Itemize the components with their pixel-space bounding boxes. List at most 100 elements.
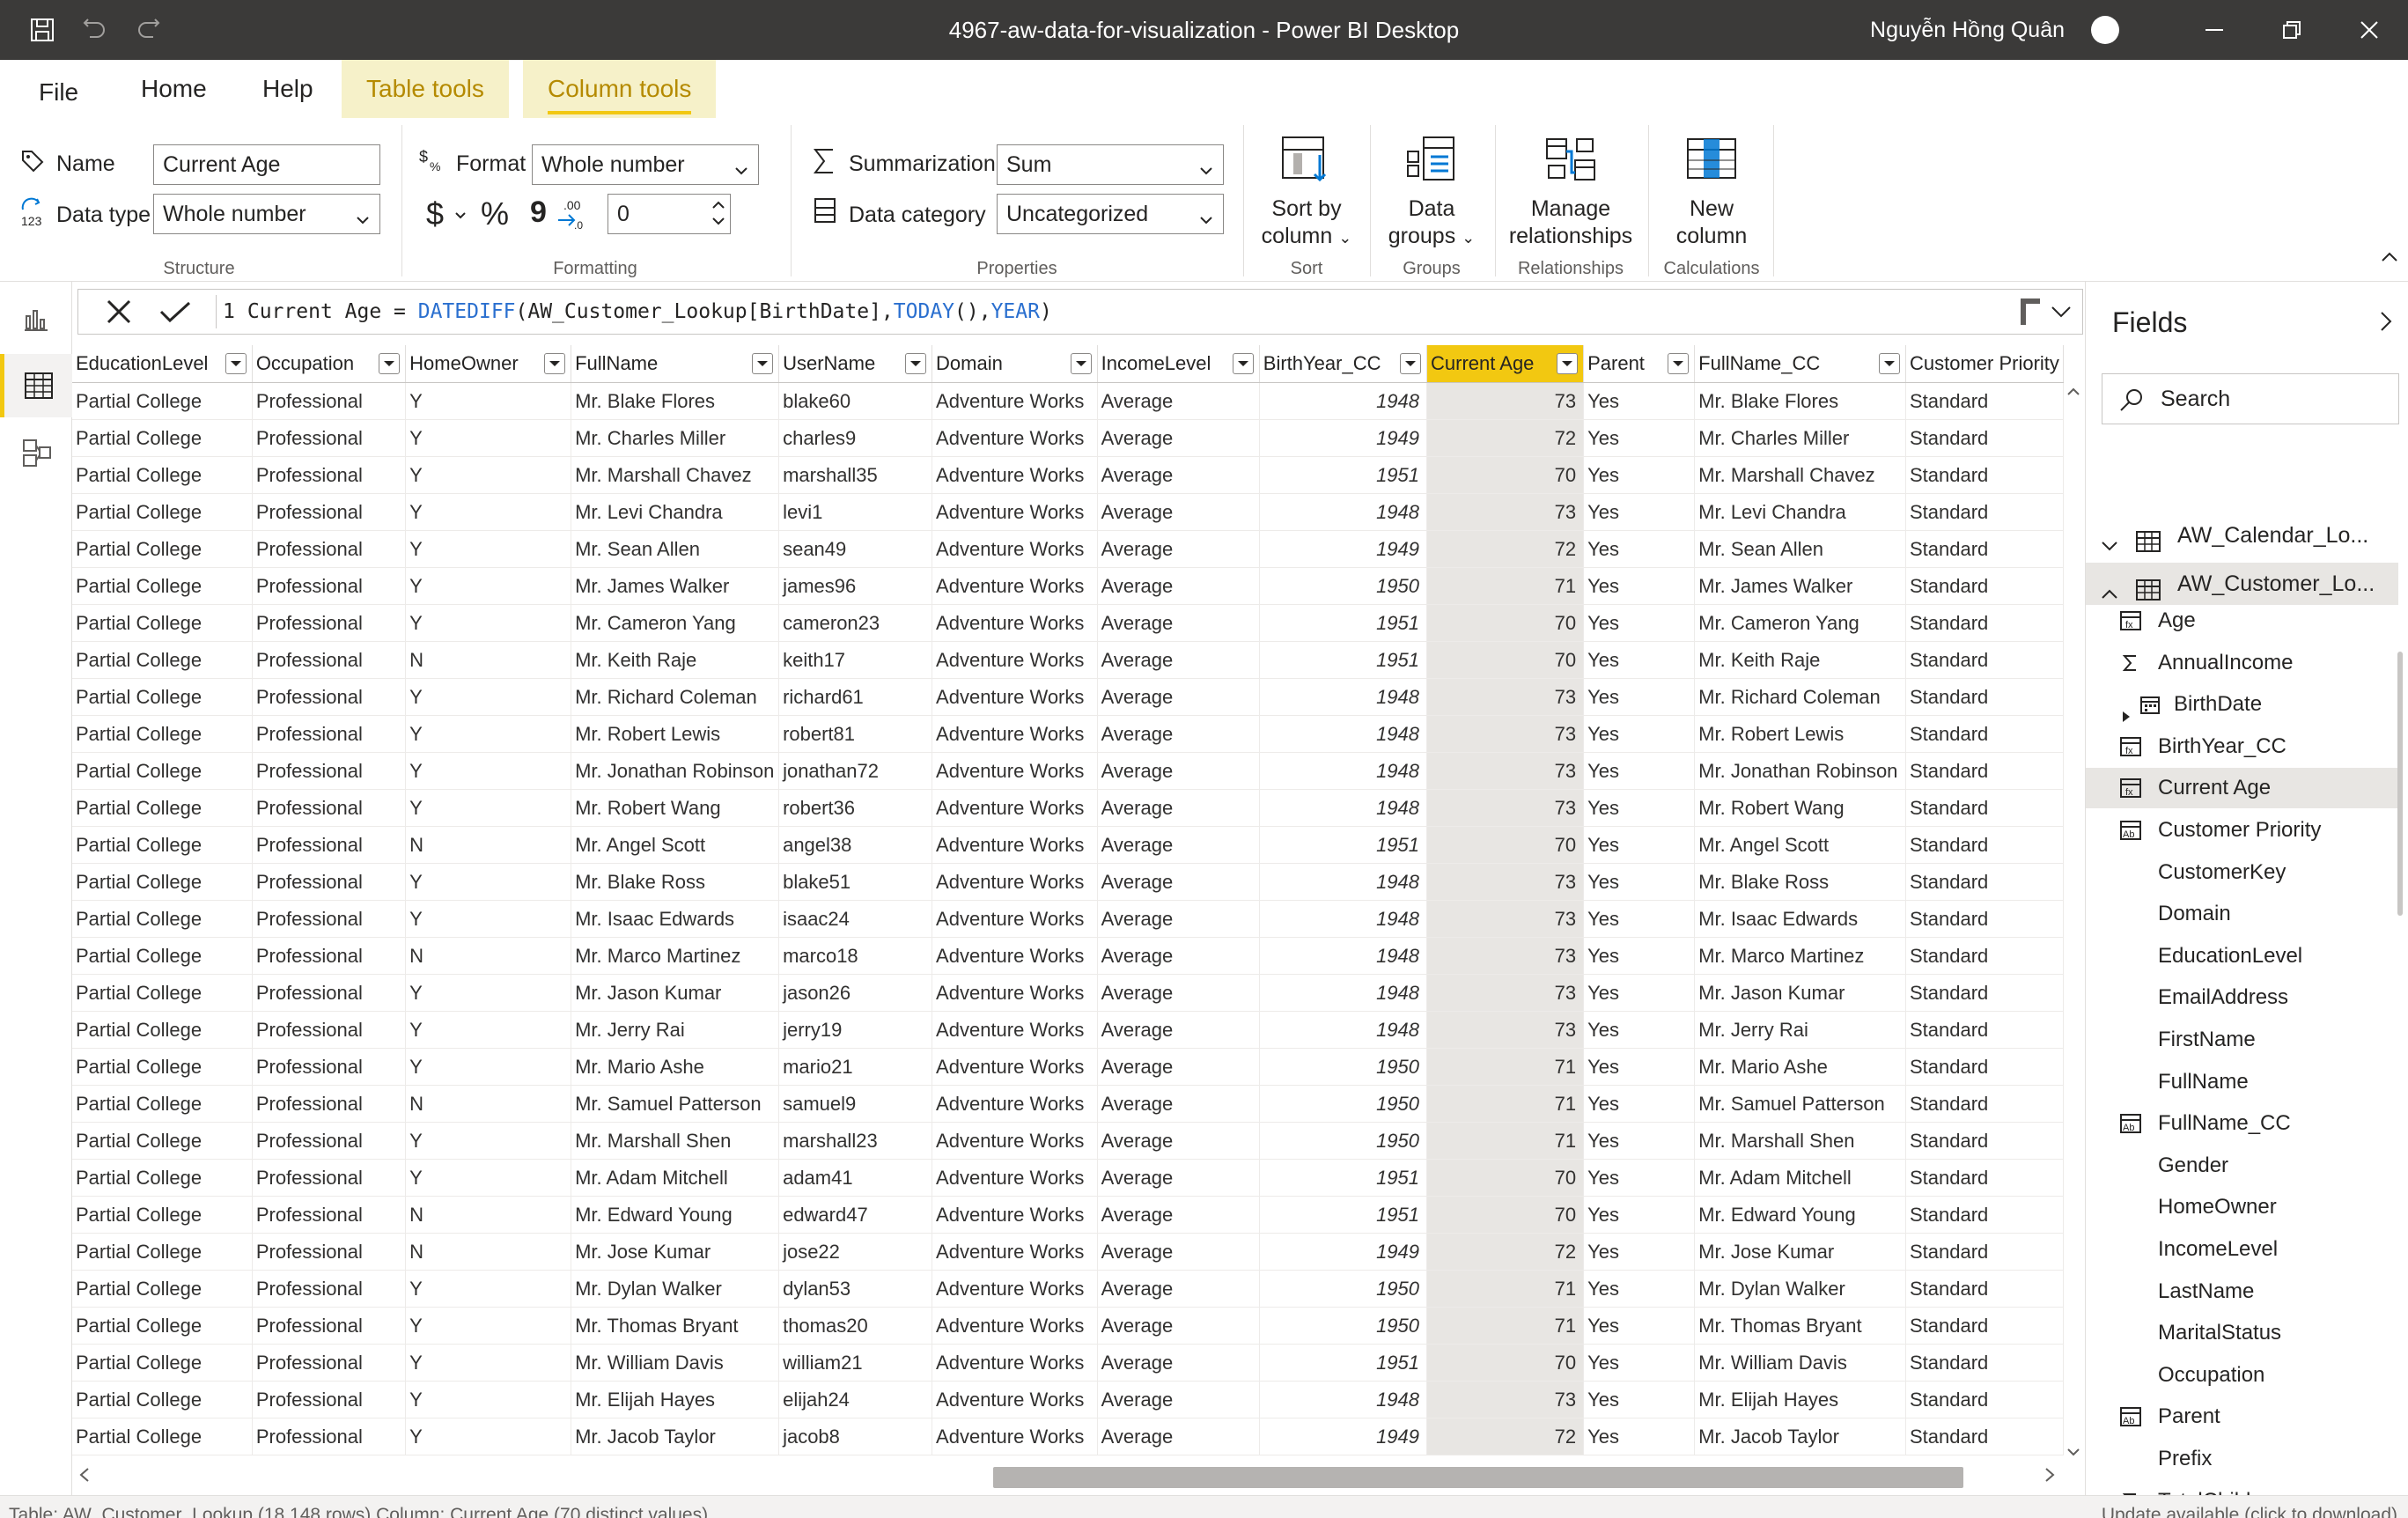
table-cell[interactable]: Professional [252, 1011, 407, 1049]
table-cell[interactable]: N [405, 1233, 572, 1271]
table-cell[interactable]: Average [1097, 382, 1260, 420]
table-cell[interactable]: Yes [1583, 1122, 1696, 1160]
table-row[interactable]: Partial College Professional N Mr. Keith Ra… [72, 641, 2064, 679]
table-cell[interactable]: 1951 [1259, 1196, 1428, 1234]
table-cell[interactable]: Standard [1905, 715, 2064, 753]
table-cell[interactable]: Professional [252, 567, 407, 605]
table-cell[interactable]: Professional [252, 1233, 407, 1271]
table-cell[interactable]: Average [1097, 1011, 1260, 1049]
column-header[interactable]: Parent [1583, 345, 1696, 383]
table-cell[interactable]: Mr. Charles Miller [571, 419, 780, 457]
table-cell[interactable]: Y [405, 974, 572, 1012]
table-cell[interactable]: Professional [252, 715, 407, 753]
table-cell[interactable]: Average [1097, 493, 1260, 531]
table-cell[interactable]: Standard [1905, 752, 2064, 790]
table-row[interactable]: Partial College Professional N Mr. Marco Ma… [72, 937, 2064, 975]
table-cell[interactable]: Professional [252, 1418, 407, 1455]
table-cell[interactable]: 73 [1426, 974, 1585, 1012]
table-cell[interactable]: Mr. William Davis [1694, 1344, 1906, 1382]
table-cell[interactable]: Mr. Keith Raje [571, 641, 780, 679]
table-cell[interactable]: 70 [1426, 604, 1585, 642]
table-cell[interactable]: Mr. Sean Allen [571, 530, 780, 568]
table-cell[interactable]: Partial College [72, 974, 253, 1012]
table-cell[interactable]: Partial College [72, 789, 253, 827]
table-row[interactable]: Partial College Professional Y Mr. Thomas B… [72, 1307, 2064, 1345]
table-cell[interactable]: Mr. Robert Lewis [571, 715, 780, 753]
table-cell[interactable]: Mr. Adam Mitchell [1694, 1159, 1906, 1197]
table-cell[interactable]: 73 [1426, 678, 1585, 716]
table-cell[interactable]: Mr. Elijah Hayes [1694, 1381, 1906, 1419]
table-cell[interactable]: richard61 [778, 678, 933, 716]
table-cell[interactable]: Mr. Samuel Patterson [1694, 1085, 1906, 1123]
table-cell[interactable]: 1948 [1259, 1381, 1428, 1419]
table-cell[interactable]: Y [405, 604, 572, 642]
table-cell[interactable]: Y [405, 789, 572, 827]
table-cell[interactable]: Y [405, 1270, 572, 1308]
format-select[interactable]: Whole number [532, 144, 759, 185]
table-cell[interactable]: 72 [1426, 1418, 1585, 1455]
table-cell[interactable]: adam41 [778, 1159, 933, 1197]
column-header[interactable]: UserName [778, 345, 933, 383]
table-cell[interactable]: Mr. Marco Martinez [1694, 937, 1906, 975]
table-cell[interactable]: Average [1097, 604, 1260, 642]
table-cell[interactable]: Y [405, 1418, 572, 1455]
table-cell[interactable]: blake51 [778, 863, 933, 901]
table-cell[interactable]: Mr. Edward Young [1694, 1196, 1906, 1234]
table-cell[interactable]: Average [1097, 974, 1260, 1012]
table-cell[interactable]: edward47 [778, 1196, 933, 1234]
table-row[interactable]: Partial College Professional Y Mr. Robert L… [72, 715, 2064, 753]
table-cell[interactable]: 1951 [1259, 456, 1428, 494]
table-row[interactable]: Partial College Professional Y Mr. William … [72, 1344, 2064, 1382]
currency-button[interactable]: $ [426, 195, 444, 232]
table-cell[interactable]: Mr. Cameron Yang [1694, 604, 1906, 642]
table-cell[interactable]: Yes [1583, 900, 1696, 938]
table-cell[interactable]: Adventure Works [932, 1196, 1098, 1234]
table-cell[interactable]: jerry19 [778, 1011, 933, 1049]
table-cell[interactable]: Adventure Works [932, 1307, 1098, 1345]
table-cell[interactable]: Mr. Dylan Walker [1694, 1270, 1906, 1308]
field-item[interactable]: EducationLevel [2086, 936, 2398, 976]
table-cell[interactable]: Partial College [72, 530, 253, 568]
table-cell[interactable]: Standard [1905, 419, 2064, 457]
table-cell[interactable]: Standard [1905, 678, 2064, 716]
table-cell[interactable]: Professional [252, 1381, 407, 1419]
table-cell[interactable]: 73 [1426, 715, 1585, 753]
table-cell[interactable]: Y [405, 1381, 572, 1419]
cancel-formula-icon[interactable] [91, 290, 147, 334]
table-cell[interactable]: 1950 [1259, 1048, 1428, 1086]
table-cell[interactable]: 1949 [1259, 530, 1428, 568]
table-row[interactable]: Partial College Professional Y Mr. Levi Cha… [72, 493, 2064, 531]
field-item[interactable]: MaritalStatus [2086, 1313, 2398, 1353]
table-row[interactable]: Partial College Professional Y Mr. Marshall… [72, 1122, 2064, 1160]
column-header[interactable]: Customer Priority [1905, 345, 2064, 383]
table-cell[interactable]: Average [1097, 789, 1260, 827]
vertical-scrollbar[interactable] [2064, 382, 2083, 1462]
table-cell[interactable]: Partial College [72, 863, 253, 901]
table-cell[interactable]: Professional [252, 1344, 407, 1382]
table-cell[interactable]: N [405, 826, 572, 864]
field-item[interactable]: CustomerKey [2086, 852, 2398, 893]
table-cell[interactable]: Average [1097, 1085, 1260, 1123]
table-cell[interactable]: Partial College [72, 826, 253, 864]
table-cell[interactable]: samuel9 [778, 1085, 933, 1123]
table-cell[interactable]: 1950 [1259, 1085, 1428, 1123]
table-cell[interactable]: Adventure Works [932, 1270, 1098, 1308]
table-cell[interactable]: Average [1097, 456, 1260, 494]
table-cell[interactable]: Standard [1905, 382, 2064, 420]
table-cell[interactable]: Y [405, 456, 572, 494]
table-cell[interactable]: 1951 [1259, 826, 1428, 864]
table-cell[interactable]: Mr. Blake Ross [571, 863, 780, 901]
model-view-icon[interactable] [0, 421, 72, 484]
table-cell[interactable]: Standard [1905, 604, 2064, 642]
table-cell[interactable]: 1951 [1259, 641, 1428, 679]
table-cell[interactable]: N [405, 937, 572, 975]
table-cell[interactable]: Mr. Robert Wang [571, 789, 780, 827]
table-row[interactable]: Partial College Professional Y Mr. Mario As… [72, 1048, 2064, 1086]
table-cell[interactable]: 71 [1426, 1307, 1585, 1345]
table-cell[interactable]: Mr. Marco Martinez [571, 937, 780, 975]
table-cell[interactable]: Professional [252, 1270, 407, 1308]
table-cell[interactable]: Standard [1905, 1122, 2064, 1160]
restore-icon[interactable] [2253, 0, 2331, 60]
table-cell[interactable]: Partial College [72, 1048, 253, 1086]
table-cell[interactable]: Mr. Marshall Chavez [1694, 456, 1906, 494]
